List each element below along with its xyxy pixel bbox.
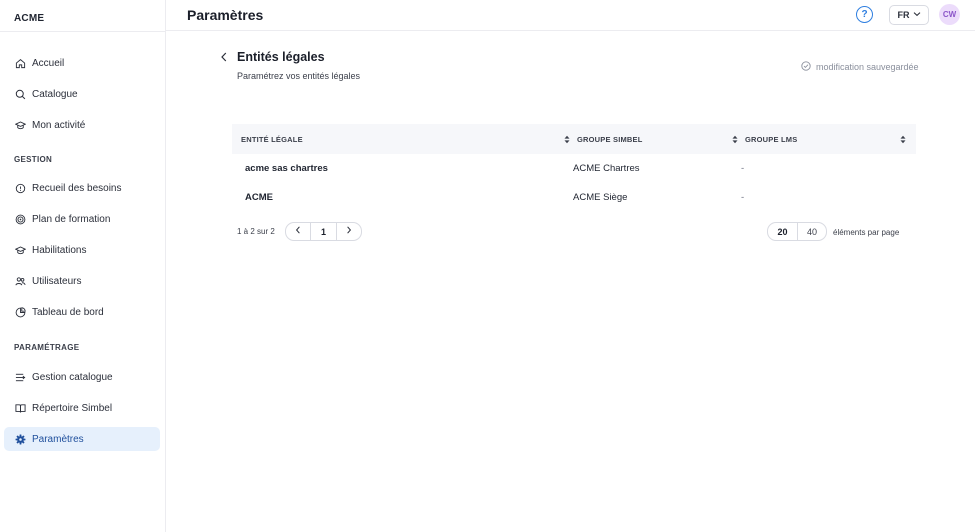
divider [0, 31, 165, 32]
sidebar-item-accueil[interactable]: Accueil [4, 51, 160, 75]
search-icon [14, 88, 26, 100]
column-header-groupe-lms[interactable]: GROUPE LMS [745, 124, 797, 154]
sidebar-item-label: Habilitations [32, 244, 87, 256]
sidebar-item-label: Recueil des besoins [32, 182, 122, 194]
graduation-cap-icon [14, 244, 26, 256]
chevron-left-icon [295, 226, 301, 237]
cell-groupe-lms: - [741, 192, 745, 203]
page-size-option-20[interactable]: 20 [768, 223, 797, 240]
chevron-left-icon [220, 52, 228, 65]
sort-icon[interactable] [899, 133, 907, 145]
sidebar-item-label: Gestion catalogue [32, 371, 113, 383]
check-circle-icon [801, 61, 811, 73]
language-value: FR [897, 10, 910, 20]
sidebar-item-recueil-des-besoins[interactable]: Recueil des besoins [4, 176, 160, 200]
help-icon[interactable]: ? [856, 6, 873, 23]
sidebar-item-utilisateurs[interactable]: Utilisateurs [4, 269, 160, 293]
sidebar-item-label: Mon activité [32, 119, 86, 131]
brand-logo[interactable]: ACME [14, 13, 44, 24]
sort-icon[interactable] [731, 133, 739, 145]
sidebar-item-gestion-catalogue[interactable]: Gestion catalogue [4, 365, 160, 389]
section-label-parametrage: PARAMÉTRAGE [14, 343, 80, 352]
sidebar-item-label: Tableau de bord [32, 306, 104, 318]
book-icon [14, 402, 26, 414]
page-size-selector: 20 40 [767, 222, 827, 241]
next-page-button[interactable] [337, 223, 361, 240]
column-header-entite-legale[interactable]: ENTITÉ LÉGALE [241, 124, 303, 154]
chevron-right-icon [346, 226, 352, 237]
language-select[interactable]: FR [889, 5, 929, 25]
sidebar-item-label: Plan de formation [32, 213, 111, 225]
save-status: modification sauvegardée [801, 61, 919, 73]
back-button[interactable] [218, 51, 230, 65]
page-number-button[interactable]: 1 [310, 223, 337, 240]
page-size-option-40[interactable]: 40 [796, 223, 826, 240]
sidebar-item-parametres[interactable]: Paramètres [4, 427, 160, 451]
sidebar-item-label: Accueil [32, 57, 65, 69]
cell-groupe-lms: - [741, 163, 745, 174]
page-title: Paramètres [187, 7, 264, 23]
page-size-label: éléments par page [833, 228, 900, 237]
sidebar-item-tableau-de-bord[interactable]: Tableau de bord [4, 300, 160, 324]
avatar[interactable]: CW [939, 4, 960, 25]
gear-icon [14, 433, 26, 445]
list-icon [14, 371, 26, 383]
cell-entite-legale: ACME [245, 192, 273, 203]
sidebar-item-label: Paramètres [32, 433, 84, 445]
section-label-gestion: GESTION [14, 155, 53, 164]
pie-chart-icon [14, 306, 26, 318]
home-icon [14, 57, 26, 69]
help-glyph: ? [861, 9, 868, 20]
table-header: ENTITÉ LÉGALE GROUPE SIMBEL GROUPE LMS [232, 124, 916, 154]
topbar: Paramètres ? FR CW [166, 0, 975, 31]
chevron-down-icon [913, 10, 921, 20]
sidebar-item-mon-activite[interactable]: Mon activité [4, 113, 160, 137]
target-icon [14, 213, 26, 225]
sidebar-item-habilitations[interactable]: Habilitations [4, 238, 160, 262]
sidebar-item-catalogue[interactable]: Catalogue [4, 82, 160, 106]
pagination: 1 [285, 222, 362, 241]
content-title: Entités légales [237, 50, 325, 64]
save-status-text: modification sauvegardée [816, 62, 919, 72]
users-icon [14, 275, 26, 287]
cell-entite-legale: acme sas chartres [245, 163, 328, 174]
sidebar-item-plan-de-formation[interactable]: Plan de formation [4, 207, 160, 231]
previous-page-button[interactable] [286, 223, 310, 240]
graduation-cap-icon [14, 119, 26, 131]
column-header-groupe-simbel[interactable]: GROUPE SIMBEL [577, 124, 643, 154]
sidebar-item-label: Utilisateurs [32, 275, 82, 287]
cell-groupe-simbel: ACME Chartres [573, 163, 640, 174]
pagination-info: 1 à 2 sur 2 [237, 227, 275, 236]
content-subtitle: Paramétrez vos entités légales [237, 71, 361, 81]
sidebar-item-repertoire-simbel[interactable]: Répertoire Simbel [4, 396, 160, 420]
cell-groupe-simbel: ACME Siège [573, 192, 628, 203]
sidebar: ACME Accueil Catalogue Mon activité GEST… [0, 0, 166, 532]
chat-bubble-icon [14, 182, 26, 194]
sidebar-item-label: Répertoire Simbel [32, 402, 113, 414]
sort-icon[interactable] [563, 133, 571, 145]
sidebar-item-label: Catalogue [32, 88, 78, 100]
